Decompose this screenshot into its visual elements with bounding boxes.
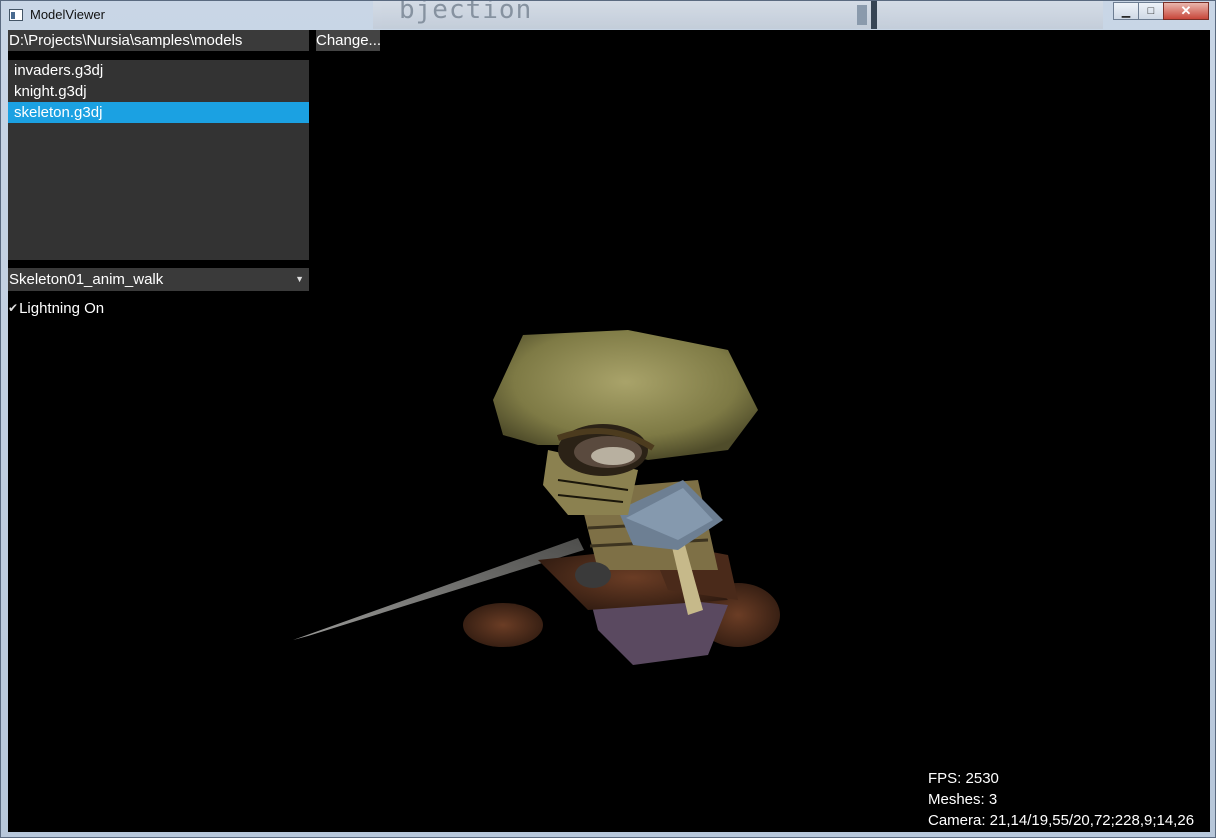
meshes-readout: Meshes: 3 xyxy=(928,791,998,808)
minimize-button[interactable]: ▁ xyxy=(1113,2,1139,20)
lighting-checkbox-label: Lightning On xyxy=(19,299,105,317)
models-path-field[interactable]: D:\Projects\Nursia\samples\models xyxy=(8,30,309,51)
background-window-text: bjection xyxy=(399,1,533,25)
title-bar[interactable]: ModelViewer bjection ▁ □ ✕ xyxy=(1,1,1215,29)
file-item-skeleton[interactable]: skeleton.g3dj xyxy=(8,102,309,123)
client-area: D:\Projects\Nursia\samples\models Change… xyxy=(8,30,1210,832)
animation-dropdown[interactable]: Skeleton01_anim_walk ▼ xyxy=(8,268,309,291)
lighting-checkbox[interactable]: ✔ Lightning On xyxy=(8,298,104,318)
animation-dropdown-value: Skeleton01_anim_walk xyxy=(9,271,164,288)
fps-readout: FPS: 2530 xyxy=(928,770,999,787)
background-window-bar-dark xyxy=(871,1,877,29)
maximize-button[interactable]: □ xyxy=(1138,2,1164,20)
file-item-invaders[interactable]: invaders.g3dj xyxy=(8,60,309,81)
app-icon xyxy=(9,9,23,21)
caption-buttons: ▁ □ ✕ xyxy=(1113,2,1209,20)
close-button[interactable]: ✕ xyxy=(1163,2,1209,20)
file-item-knight[interactable]: knight.g3dj xyxy=(8,81,309,102)
3d-viewport[interactable] xyxy=(258,270,818,670)
checkmark-icon: ✔ xyxy=(8,301,19,315)
change-folder-button[interactable]: Change... xyxy=(316,30,381,51)
background-window-bar xyxy=(857,5,867,25)
skeleton-model xyxy=(293,330,780,665)
background-window-glimpse: bjection xyxy=(373,1,1103,29)
chevron-down-icon: ▼ xyxy=(295,274,304,284)
camera-readout: Camera: 21,14/19,55/20,72;228,9;14,26 xyxy=(928,812,1195,829)
app-window: ModelViewer bjection ▁ □ ✕ D:\Projects\N… xyxy=(0,0,1216,838)
model-file-list[interactable]: invaders.g3dj knight.g3dj skeleton.g3dj xyxy=(8,60,309,260)
window-title: ModelViewer xyxy=(30,7,105,22)
stats-overlay: FPS: 2530 Meshes: 3 Camera: 21,14/19,55/… xyxy=(928,768,1194,831)
